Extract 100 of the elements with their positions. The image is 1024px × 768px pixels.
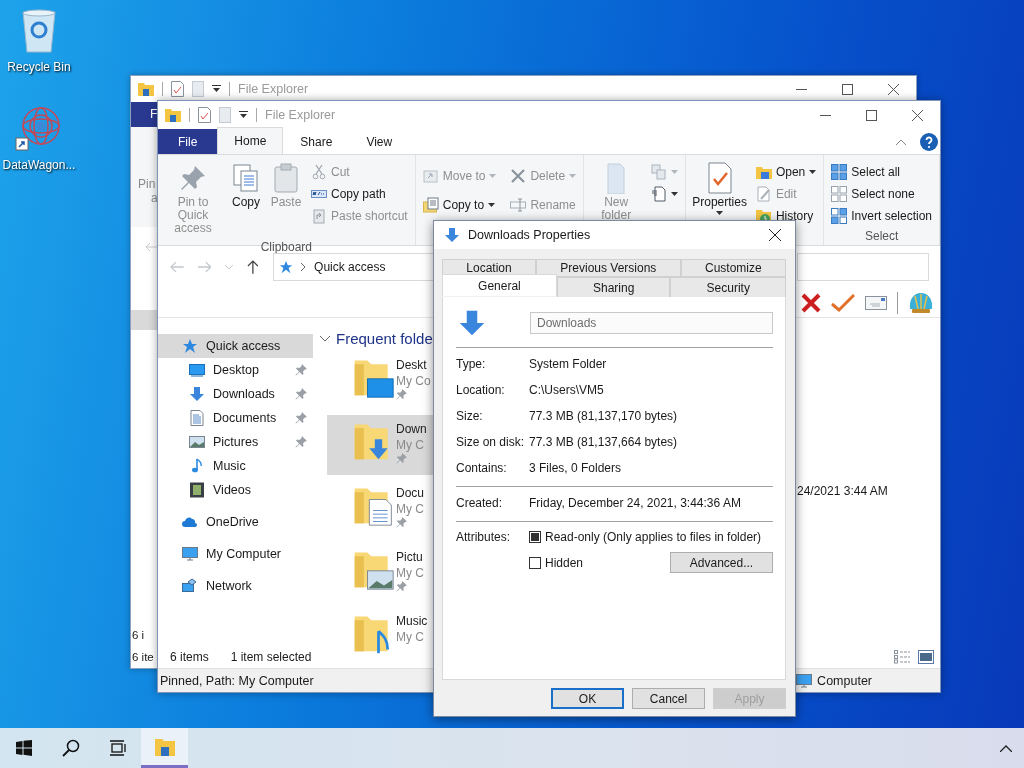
nav-item[interactable]: Network: [158, 574, 313, 598]
ribbon-button[interactable]: Select none: [828, 183, 935, 205]
collapse-caret-icon[interactable]: [896, 138, 906, 145]
minimize-icon: [795, 88, 807, 90]
property-value: 77.3 MB (81,137,170 bytes): [529, 408, 678, 424]
ribbon-tab[interactable]: View: [349, 129, 410, 154]
envelope-icon[interactable]: [865, 295, 887, 310]
page-icon: [651, 186, 668, 202]
ribbon-button[interactable]: Select all: [828, 161, 935, 183]
ribbon-button[interactable]: Copy to: [419, 193, 500, 216]
property-label: Size on disk:: [456, 434, 526, 450]
large-icons-view-icon[interactable]: [918, 650, 934, 664]
dialog-tab[interactable]: Customize: [680, 259, 786, 277]
close-icon: [887, 83, 899, 95]
window-title: File Explorer: [265, 108, 336, 122]
shell-icon[interactable]: [908, 290, 934, 315]
nav-item[interactable]: OneDrive: [158, 510, 313, 534]
ribbon-button[interactable]: Invert selection: [828, 205, 935, 227]
ribbon-tab[interactable]: Home: [217, 127, 284, 154]
nav-item[interactable]: Quick access: [158, 334, 313, 358]
copy-to-icon: [422, 196, 439, 213]
chevron-up-icon[interactable]: [1000, 744, 1012, 752]
property-value: C:\Users\VM5: [529, 382, 604, 398]
dialog-tab[interactable]: General: [442, 274, 557, 296]
search-field[interactable]: [797, 253, 929, 281]
nav-item[interactable]: Desktop: [158, 358, 313, 382]
folder-icon: [138, 82, 154, 96]
dialog-tab[interactable]: Sharing: [556, 277, 671, 297]
nav-item[interactable]: My Computer: [158, 542, 313, 566]
group-label: Select: [864, 229, 899, 243]
x-icon: [510, 167, 527, 184]
checkmark-icon[interactable]: [831, 293, 855, 312]
close-icon: [911, 109, 923, 121]
dialog-tab[interactable]: Previous Versions: [536, 259, 681, 277]
checkbox-label: Hidden: [545, 555, 584, 570]
caret-icon: [671, 170, 679, 174]
ribbon-tab[interactable]: File: [158, 129, 218, 154]
checkbox[interactable]: [529, 556, 541, 569]
ribbon-button[interactable]: Copy: [228, 159, 264, 238]
ribbon-label: a: [150, 191, 158, 205]
invert-selection-icon: [831, 208, 848, 224]
pin-icon[interactable]: [295, 364, 307, 376]
ribbon-tab[interactable]: Share: [283, 129, 350, 154]
x-icon[interactable]: [801, 292, 821, 313]
dialog-button[interactable]: OK: [551, 688, 624, 709]
status-text: 6 ite: [131, 650, 155, 665]
caret-icon: [716, 211, 724, 215]
minimize-icon: [819, 114, 831, 116]
dialog-tab[interactable]: Security: [670, 277, 786, 297]
page-icon: [192, 81, 204, 97]
dialog-button[interactable]: Cancel: [632, 688, 705, 709]
nav-item[interactable]: Videos: [158, 478, 313, 502]
edit-icon: [755, 186, 772, 202]
status-text: 1 item selected: [230, 650, 312, 664]
property-label: Contains:: [456, 460, 508, 476]
computer-icon: [796, 672, 813, 689]
advanced-button[interactable]: Advanced...: [670, 552, 773, 573]
nav-item[interactable]: Downloads: [158, 382, 313, 406]
download-arrow-icon: [444, 227, 460, 243]
recycle-bin-icon: [19, 8, 59, 54]
desktop-icon: [189, 362, 205, 378]
dropdown-icon: [239, 111, 248, 119]
cut-off-tab[interactable]: F: [131, 102, 158, 127]
folder-icon: [165, 108, 181, 122]
pin-icon: [396, 517, 407, 528]
pin-icon[interactable]: [295, 436, 307, 448]
scissors-icon: [311, 164, 327, 180]
nav-item[interactable]: Documents: [158, 406, 313, 430]
star-icon: [279, 260, 294, 274]
window-title: File Explorer: [238, 82, 309, 96]
selected-row[interactable]: [131, 310, 158, 330]
checkbox-label: Read-only (Only applies to files in folder): [545, 530, 762, 544]
checkbox[interactable]: [529, 531, 541, 543]
details-view-icon[interactable]: [894, 650, 910, 664]
status-text: 6 i: [131, 628, 146, 643]
property-label: Attributes:: [456, 530, 512, 546]
document-icon: [189, 410, 205, 426]
pin-icon[interactable]: [295, 412, 307, 424]
property-value: Friday, December 24, 2021, 3:44:36 AM: [529, 495, 741, 511]
nav-item[interactable]: Pictures: [158, 430, 313, 454]
property-label: Type:: [456, 356, 487, 372]
close-icon: [769, 229, 781, 241]
nav-item[interactable]: Music: [158, 454, 313, 478]
up-arrow-icon[interactable]: [247, 260, 260, 274]
property-value: 77.3 MB (81,137,664 bytes): [529, 434, 678, 450]
ribbon-button[interactable]: Open: [752, 161, 820, 183]
property-label: Created:: [456, 495, 504, 511]
chevron-down-icon: [320, 335, 330, 342]
location-text: Computer: [817, 673, 872, 688]
dropdown-icon: [212, 85, 221, 93]
help-icon[interactable]: [920, 132, 938, 151]
ribbon-button[interactable]: Copy path: [308, 183, 411, 205]
music-note-icon: [189, 458, 205, 474]
back-arrow-icon: [145, 242, 157, 252]
folder-icon: [154, 737, 175, 756]
status-text: 6 items: [170, 650, 209, 664]
properties-icon: [171, 81, 184, 97]
pin-icon[interactable]: [295, 388, 307, 400]
folder-icon: [755, 164, 772, 180]
select-none-icon: [831, 186, 848, 202]
